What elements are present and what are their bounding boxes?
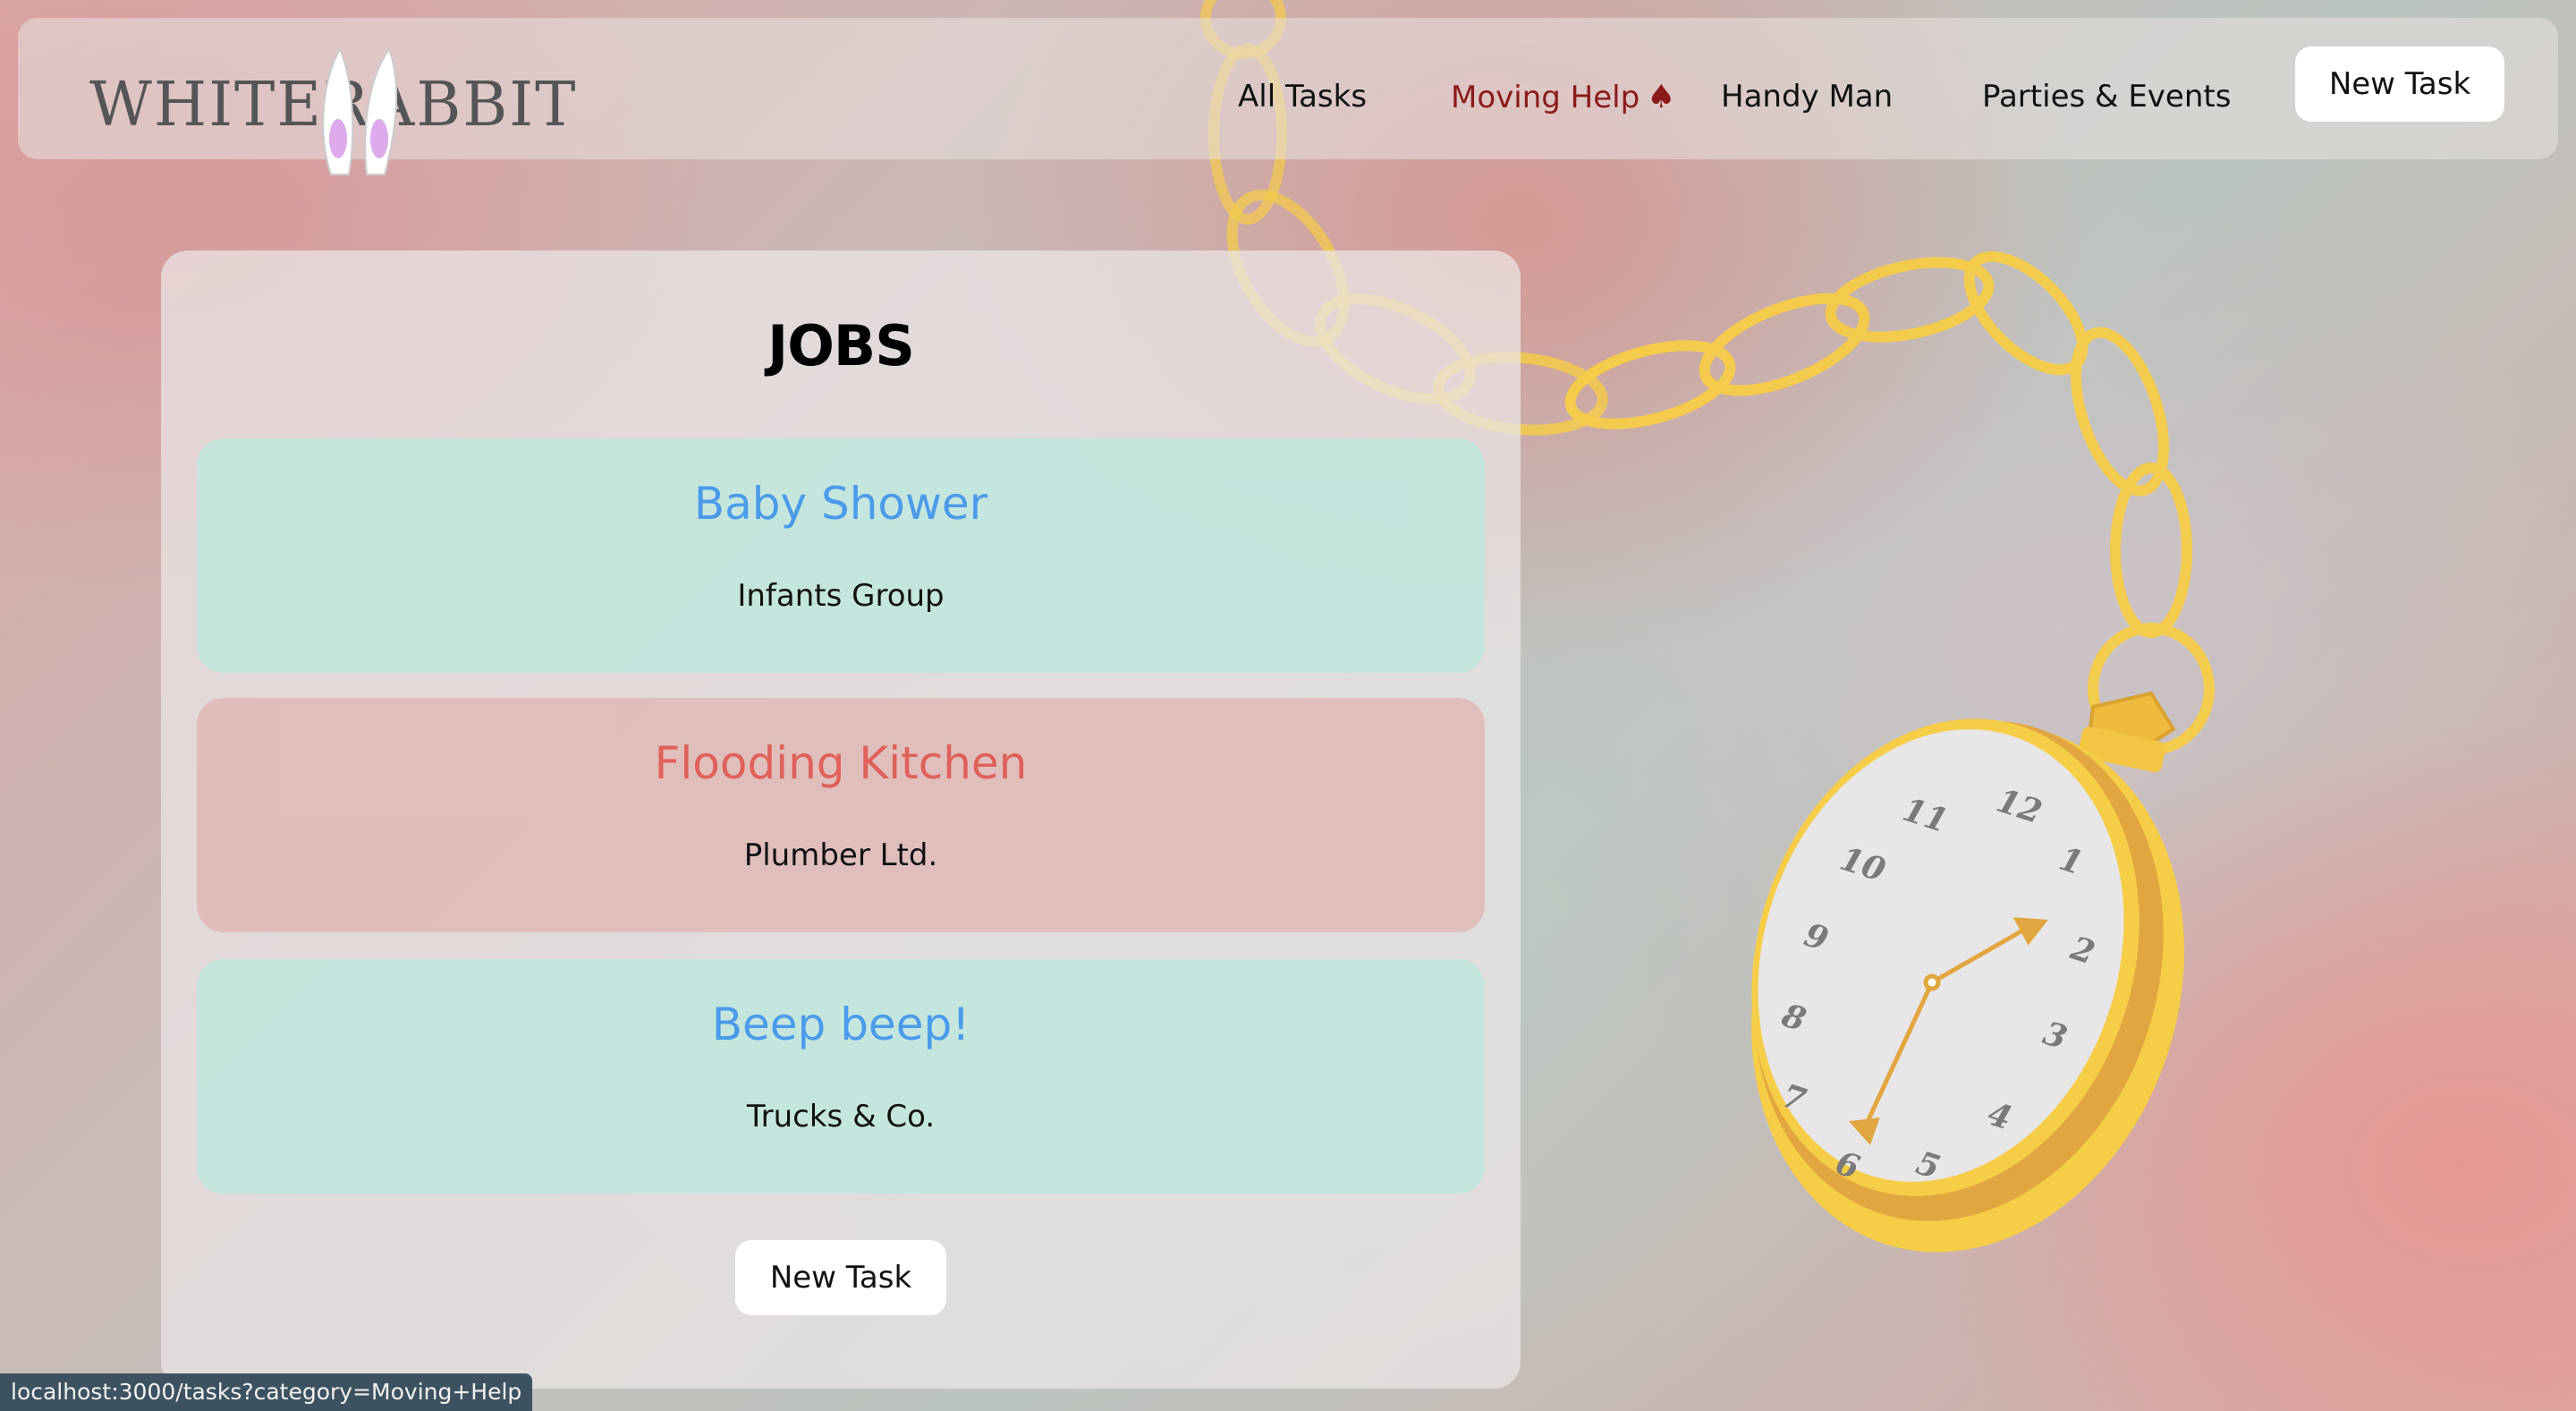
job-company: Trucks & Co. — [746, 1099, 936, 1135]
watch-numeral: 8 — [1776, 996, 1810, 1039]
logo[interactable]: WHITERABBIT — [89, 45, 576, 175]
job-company: Plumber Ltd. — [743, 837, 938, 873]
new-task-button[interactable]: New Task — [735, 1240, 946, 1315]
page-title: JOBS — [767, 313, 915, 378]
watch-numeral: 4 — [1983, 1095, 2016, 1138]
job-name: Beep beep! — [711, 999, 970, 1050]
job-name: Baby Shower — [693, 478, 988, 530]
watch-numeral: 6 — [1831, 1144, 1864, 1187]
top-navbar: WHITERABBIT All Tasks Moving Help♠ Handy… — [18, 18, 2558, 175]
nav-link-moving-help[interactable]: Moving Help ♠ — [1451, 79, 1675, 115]
rabbit-ears-icon — [322, 47, 398, 175]
job-name: Flooding Kitchen — [654, 737, 1028, 789]
job-card[interactable]: Flooding Kitchen Plumber Ltd. — [197, 698, 1485, 932]
watch-numeral: 5 — [1911, 1144, 1945, 1187]
watch-numeral: 9 — [1800, 916, 1833, 959]
watch-numeral: 3 — [2038, 1015, 2072, 1058]
job-card[interactable]: Baby Shower Infants Group — [197, 438, 1485, 673]
watch-numeral: 2 — [2065, 929, 2099, 972]
job-card[interactable]: Beep beep! Trucks & Co. — [197, 959, 1485, 1194]
watch-numeral: 1 — [2055, 840, 2088, 883]
page: 12 1 2 3 4 5 6 7 8 9 10 11 WHITERABBIT — [0, 0, 2576, 1411]
watch-numeral: 12 — [1992, 782, 2046, 831]
status-bar-url: localhost:3000/tasks?category=Moving+Hel… — [0, 1373, 533, 1411]
spade-icon: ♠ — [1647, 79, 1676, 115]
nav-link-handy-man[interactable]: Handy Man — [1721, 79, 1893, 115]
new-task-button[interactable]: New Task — [2295, 47, 2504, 122]
jobs-panel: JOBS Baby Shower Infants Group Flooding … — [161, 251, 1521, 1389]
job-company: Infants Group — [737, 578, 945, 614]
watch-numeral: 10 — [1835, 840, 1890, 889]
nav-link-all-tasks[interactable]: All Tasks — [1238, 79, 1367, 115]
watch-numeral: 11 — [1898, 791, 1953, 840]
nav-link-parties-events[interactable]: Parties & Events — [1982, 79, 2231, 115]
nav-link-label: Moving Help — [1451, 80, 1640, 115]
watch-numeral: 7 — [1777, 1077, 1810, 1120]
